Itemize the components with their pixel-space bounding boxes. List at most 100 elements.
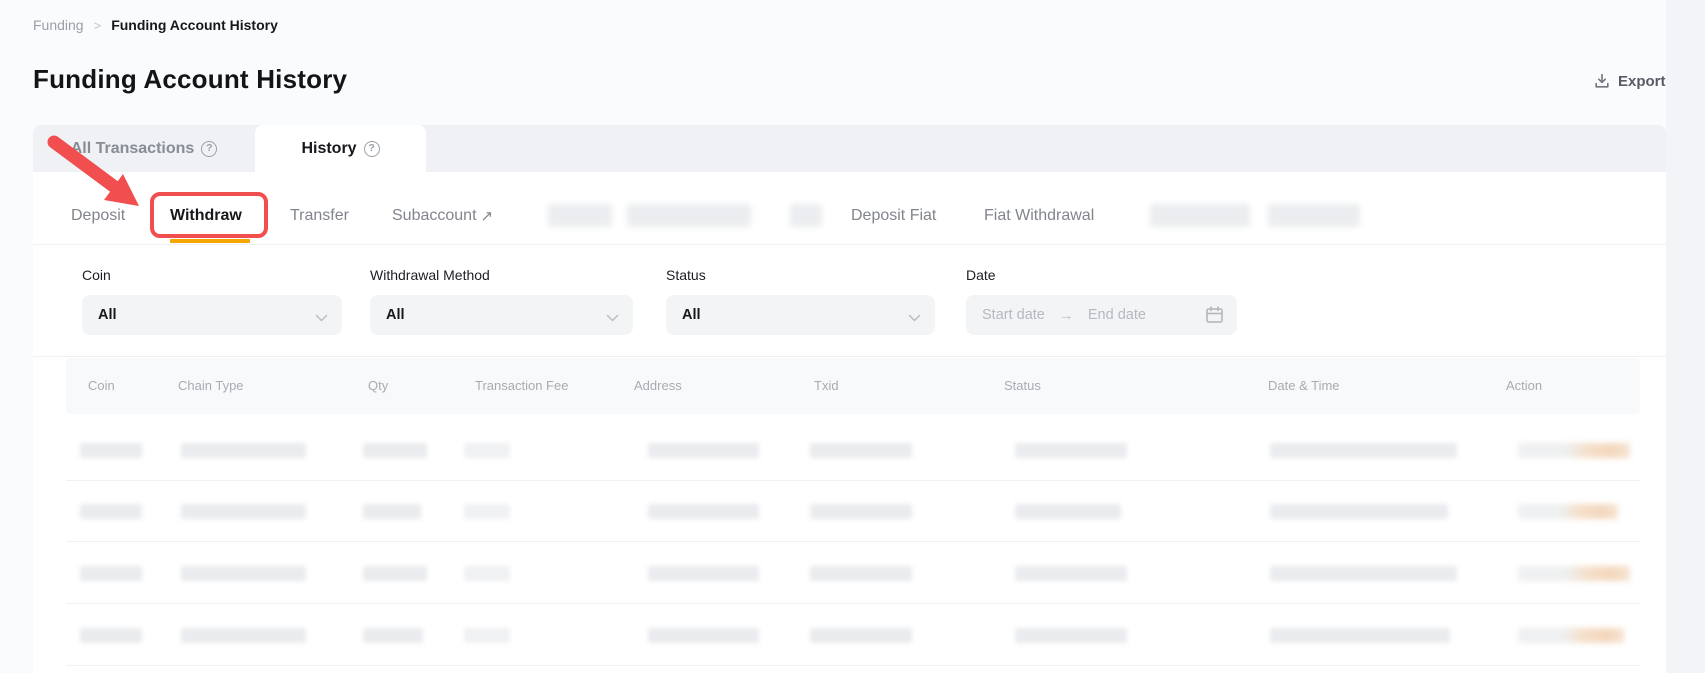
redacted-cell-qty — [363, 628, 423, 643]
redacted-cell-status — [1015, 628, 1127, 643]
redacted-cell-datetime — [1270, 504, 1448, 519]
download-icon — [1593, 72, 1611, 90]
tab-history-label: History — [301, 140, 356, 158]
table-header-row — [66, 358, 1640, 414]
filter-label-coin: Coin — [82, 267, 111, 283]
row-divider — [66, 480, 1640, 481]
table-row — [0, 628, 1705, 644]
redacted-cell-action[interactable] — [1518, 566, 1630, 581]
content-card — [33, 172, 1666, 673]
col-header-qty: Qty — [368, 378, 388, 393]
redacted-cell-coin — [80, 504, 142, 519]
table-row — [0, 504, 1705, 520]
redacted-cell-datetime — [1270, 628, 1450, 643]
row-divider — [66, 665, 1640, 666]
row-divider — [66, 603, 1640, 604]
redacted-cell-status — [1015, 443, 1127, 458]
row-divider — [66, 541, 1640, 542]
active-subtab-underline — [170, 239, 250, 243]
coin-select-value: All — [98, 307, 117, 323]
subtab-subaccount-label: Subaccount — [392, 207, 477, 225]
table-row — [0, 443, 1705, 459]
end-date-input[interactable]: End date — [1088, 307, 1146, 323]
annotation-highlight-box — [150, 192, 268, 238]
tab-history[interactable]: History ? — [255, 125, 426, 172]
funding-account-history-page: Funding > Funding Account History Fundin… — [0, 0, 1705, 673]
redacted-cell-fee — [464, 443, 510, 458]
redacted-cell-status — [1015, 504, 1121, 519]
redacted-cell-qty — [363, 566, 427, 581]
redacted-cell-chain-type — [181, 566, 306, 581]
date-range-picker[interactable]: Start date → End date — [966, 295, 1237, 335]
filter-label-date: Date — [966, 267, 996, 283]
redacted-cell-coin — [80, 443, 142, 458]
status-select[interactable]: All — [666, 295, 935, 335]
redacted-cell-action[interactable] — [1518, 504, 1618, 519]
filters-table-divider — [33, 356, 1666, 357]
redacted-cell-datetime — [1270, 443, 1457, 458]
subtab-redacted[interactable] — [790, 204, 822, 227]
redacted-cell-address — [648, 443, 759, 458]
col-header-date-time: Date & Time — [1268, 378, 1340, 393]
redacted-cell-status — [1015, 566, 1127, 581]
breadcrumb-funding[interactable]: Funding — [33, 17, 84, 33]
withdrawal-method-select-value: All — [386, 307, 405, 323]
col-header-address: Address — [634, 378, 682, 393]
redacted-cell-chain-type — [181, 504, 306, 519]
col-header-status: Status — [1004, 378, 1041, 393]
redacted-cell-txid — [810, 504, 912, 519]
redacted-cell-coin — [80, 628, 142, 643]
col-header-transaction-fee: Transaction Fee — [475, 378, 568, 393]
col-header-coin: Coin — [88, 378, 115, 393]
subtab-redacted[interactable] — [1150, 204, 1250, 227]
redacted-cell-fee — [464, 504, 510, 519]
annotation-arrow-icon — [42, 134, 152, 216]
redacted-cell-qty — [363, 443, 427, 458]
col-header-txid: Txid — [814, 378, 839, 393]
withdrawal-method-select[interactable]: All — [370, 295, 633, 335]
export-label: Export — [1618, 73, 1666, 90]
breadcrumb-separator-icon: > — [94, 18, 102, 33]
redacted-cell-action[interactable] — [1518, 443, 1630, 458]
coin-select[interactable]: All — [82, 295, 342, 335]
redacted-cell-fee — [464, 566, 510, 581]
filter-label-status: Status — [666, 267, 706, 283]
redacted-cell-coin — [80, 566, 142, 581]
start-date-input[interactable]: Start date — [982, 307, 1045, 323]
redacted-cell-chain-type — [181, 443, 306, 458]
col-header-action: Action — [1506, 378, 1542, 393]
subtab-redacted[interactable] — [1268, 204, 1360, 227]
help-icon[interactable]: ? — [201, 141, 217, 157]
redacted-cell-address — [648, 628, 759, 643]
redacted-cell-datetime — [1270, 566, 1457, 581]
breadcrumb-current: Funding Account History — [111, 17, 278, 33]
external-link-icon: ↗ — [481, 207, 494, 225]
main-tab-strip: All Transactions ? History ? — [33, 125, 1666, 172]
subtab-deposit-fiat[interactable]: Deposit Fiat — [851, 205, 936, 227]
calendar-icon[interactable] — [1205, 305, 1224, 330]
subtab-transfer[interactable]: Transfer — [290, 205, 349, 227]
redacted-cell-txid — [810, 566, 912, 581]
help-icon[interactable]: ? — [364, 141, 380, 157]
redacted-cell-qty — [363, 504, 421, 519]
filter-label-withdrawal-method: Withdrawal Method — [370, 267, 490, 283]
subtab-fiat-withdrawal[interactable]: Fiat Withdrawal — [984, 205, 1094, 227]
subtab-subaccount[interactable]: Subaccount ↗ — [392, 205, 493, 227]
breadcrumb: Funding > Funding Account History — [33, 17, 278, 33]
redacted-cell-address — [648, 504, 759, 519]
export-button[interactable]: Export — [1593, 72, 1666, 90]
subtab-row-divider — [33, 244, 1666, 245]
chevron-down-icon — [606, 309, 619, 327]
redacted-cell-chain-type — [181, 628, 306, 643]
table-row — [0, 566, 1705, 582]
chevron-down-icon — [315, 309, 328, 327]
subtab-redacted[interactable] — [548, 204, 612, 227]
status-select-value: All — [682, 307, 701, 323]
redacted-cell-txid — [810, 443, 912, 458]
chevron-down-icon — [908, 309, 921, 327]
redacted-cell-action[interactable] — [1518, 628, 1624, 643]
redacted-cell-txid — [810, 628, 912, 643]
subtab-redacted[interactable] — [627, 204, 751, 227]
col-header-chain-type: Chain Type — [178, 378, 244, 393]
redacted-cell-address — [648, 566, 759, 581]
